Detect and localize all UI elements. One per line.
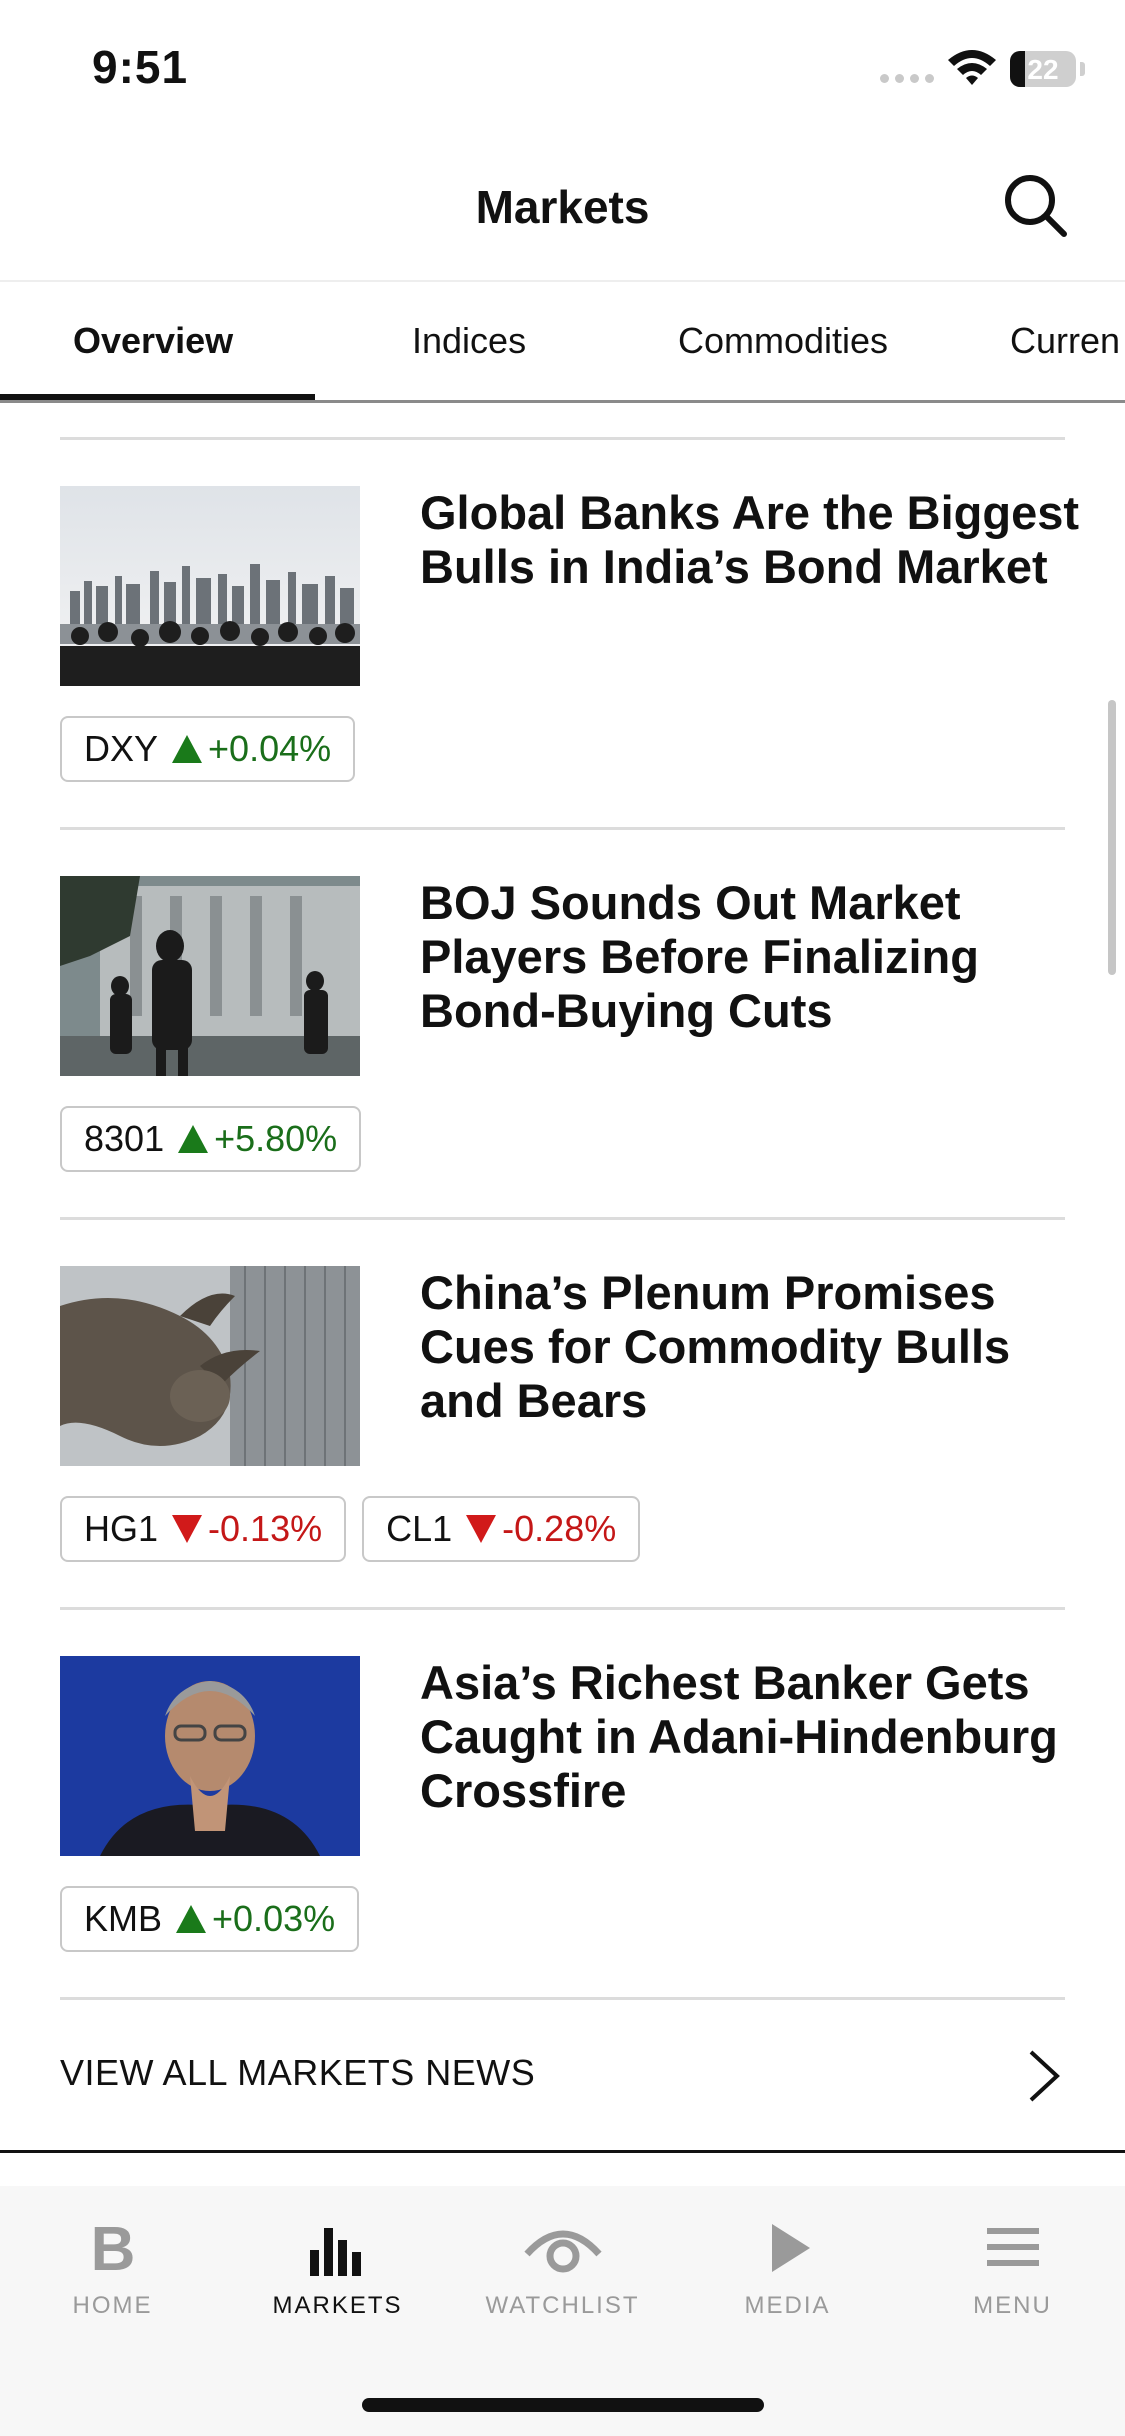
market-tabs: Overview Indices Commodities Curren (0, 282, 1125, 403)
nav-home[interactable]: B HOME (0, 2186, 225, 2336)
search-icon[interactable] (1000, 170, 1070, 240)
wifi-icon (948, 50, 996, 85)
up-arrow-icon (172, 735, 203, 763)
home-indicator[interactable] (362, 2398, 764, 2412)
bar-chart-icon (309, 2228, 361, 2276)
article-card[interactable]: China’s Plenum Promises Cues for Commodi… (0, 1220, 1125, 1610)
ticker-tag[interactable]: KMB +0.03% (60, 1886, 360, 1952)
play-icon (771, 2224, 810, 2272)
down-arrow-icon (172, 1515, 203, 1543)
ticker-change: -0.13% (208, 1508, 323, 1549)
ticker-change: +5.80% (214, 1118, 338, 1159)
down-arrow-icon (466, 1515, 497, 1543)
battery-nub (1080, 62, 1085, 76)
status-time: 9:51 (92, 41, 189, 93)
article-headline[interactable]: Global Banks Are the Biggest Bulls in In… (420, 486, 1080, 594)
article-headline[interactable]: BOJ Sounds Out Market Players Before Fin… (420, 876, 1080, 1038)
tab-currencies[interactable]: Curren (1010, 320, 1120, 362)
ticker-tag[interactable]: 8301 +5.80% (60, 1106, 362, 1172)
section-end-divider (0, 2150, 1125, 2153)
nav-menu[interactable]: MENU (900, 2186, 1125, 2336)
active-tab-indicator (0, 394, 315, 400)
battery-icon: 22 (1010, 51, 1076, 87)
status-bar: 9:51 22 (0, 0, 1125, 140)
article-headline[interactable]: Asia’s Richest Banker Gets Caught in Ada… (420, 1656, 1080, 1818)
nav-markets-label: MARKETS (272, 2292, 403, 2319)
ticker-symbol: 8301 (84, 1118, 165, 1159)
ticker-tags: HG1 -0.13% CL1 -0.28% (60, 1496, 641, 1562)
nav-media[interactable]: MEDIA (675, 2186, 900, 2336)
ticker-symbol: KMB (84, 1898, 163, 1939)
nav-watchlist[interactable]: WATCHLIST (450, 2186, 675, 2336)
ticker-change: +0.03% (212, 1898, 336, 1939)
view-all-markets-news-link[interactable]: VIEW ALL MARKETS NEWS (60, 2030, 1065, 2120)
ticker-tag[interactable]: CL1 -0.28% (362, 1496, 641, 1562)
ticker-tag[interactable]: DXY +0.04% (60, 716, 356, 782)
tab-overview[interactable]: Overview (73, 320, 233, 362)
article-card[interactable]: BOJ Sounds Out Market Players Before Fin… (0, 830, 1125, 1220)
ticker-symbol: CL1 (386, 1508, 453, 1549)
battery-level: 22 (1027, 54, 1059, 85)
nav-watchlist-label: WATCHLIST (485, 2292, 640, 2319)
view-all-label: VIEW ALL MARKETS NEWS (60, 2052, 536, 2093)
tab-indices[interactable]: Indices (412, 320, 526, 362)
article-thumbnail-mumbai-skyline[interactable] (60, 486, 360, 686)
up-arrow-icon (178, 1125, 209, 1153)
scrollbar[interactable] (1108, 700, 1116, 975)
hamburger-menu-icon (986, 2228, 1039, 2266)
top-header: Markets (0, 140, 1125, 282)
ticker-symbol: DXY (84, 728, 159, 769)
page-title: Markets (475, 181, 650, 233)
ticker-tags: KMB +0.03% (60, 1886, 360, 1952)
ticker-tags: DXY +0.04% (60, 716, 356, 782)
nav-home-label: HOME (72, 2292, 153, 2319)
eye-icon (523, 2230, 602, 2273)
ticker-change: +0.04% (208, 728, 332, 769)
up-arrow-icon (176, 1905, 207, 1933)
ticker-tag[interactable]: HG1 -0.13% (60, 1496, 347, 1562)
ticker-symbol: HG1 (84, 1508, 159, 1549)
divider (60, 1997, 1065, 2000)
article-thumbnail-boj-building[interactable] (60, 876, 360, 1076)
bloomberg-b-icon: B (90, 2215, 135, 2280)
cellular-signal-icon (880, 74, 936, 86)
nav-markets[interactable]: MARKETS (225, 2186, 450, 2336)
article-card[interactable]: Asia’s Richest Banker Gets Caught in Ada… (0, 1610, 1125, 2000)
article-card[interactable]: Global Banks Are the Biggest Bulls in In… (0, 440, 1125, 830)
nav-menu-label: MENU (973, 2292, 1052, 2319)
chevron-right-icon (1029, 2050, 1060, 2102)
article-headline[interactable]: China’s Plenum Promises Cues for Commodi… (420, 1266, 1080, 1428)
svg-text:B: B (90, 2215, 135, 2280)
ticker-tags: 8301 +5.80% (60, 1106, 362, 1172)
article-thumbnail-bull-statue[interactable] (60, 1266, 360, 1466)
tab-commodities[interactable]: Commodities (678, 320, 888, 362)
ticker-change: -0.28% (502, 1508, 617, 1549)
article-thumbnail-banker-portrait[interactable] (60, 1656, 360, 1856)
nav-media-label: MEDIA (744, 2292, 831, 2319)
